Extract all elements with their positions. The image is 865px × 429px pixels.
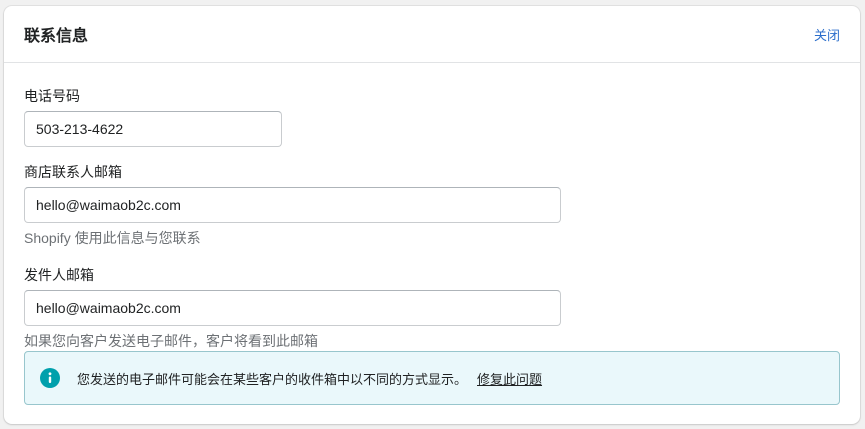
sender-email-field-group: 发件人邮箱 如果您向客户发送电子邮件，客户将看到此邮箱 bbox=[24, 266, 840, 350]
info-icon bbox=[40, 368, 60, 388]
sender-email-label: 发件人邮箱 bbox=[24, 267, 94, 283]
phone-field-group: 电话号码 bbox=[24, 87, 840, 147]
store-email-field-group: 商店联系人邮箱 Shopify 使用此信息与您联系 bbox=[24, 163, 840, 247]
store-email-input[interactable] bbox=[24, 187, 561, 223]
contact-info-card: 联系信息 关闭 电话号码 商店联系人邮箱 Shopify 使用此信息与您联系 发… bbox=[4, 6, 860, 424]
card-title: 联系信息 bbox=[24, 28, 89, 45]
card-header: 联系信息 关闭 bbox=[4, 6, 860, 63]
sender-email-input[interactable] bbox=[24, 290, 561, 326]
close-link[interactable]: 关闭 bbox=[814, 25, 840, 44]
sender-email-help-text: 如果您向客户发送电子邮件，客户将看到此邮箱 bbox=[24, 333, 318, 349]
info-banner: 您发送的电子邮件可能会在某些客户的收件箱中以不同的方式显示。 修复此问题 bbox=[24, 351, 840, 405]
phone-input[interactable] bbox=[24, 111, 282, 147]
store-email-label: 商店联系人邮箱 bbox=[24, 164, 122, 180]
fix-issue-link[interactable]: 修复此问题 bbox=[477, 369, 542, 388]
card-body: 电话号码 商店联系人邮箱 Shopify 使用此信息与您联系 发件人邮箱 如果您… bbox=[4, 63, 860, 350]
phone-label: 电话号码 bbox=[24, 88, 80, 104]
store-email-help-text: Shopify 使用此信息与您联系 bbox=[24, 230, 201, 246]
banner-text: 您发送的电子邮件可能会在某些客户的收件箱中以不同的方式显示。 bbox=[77, 371, 468, 387]
